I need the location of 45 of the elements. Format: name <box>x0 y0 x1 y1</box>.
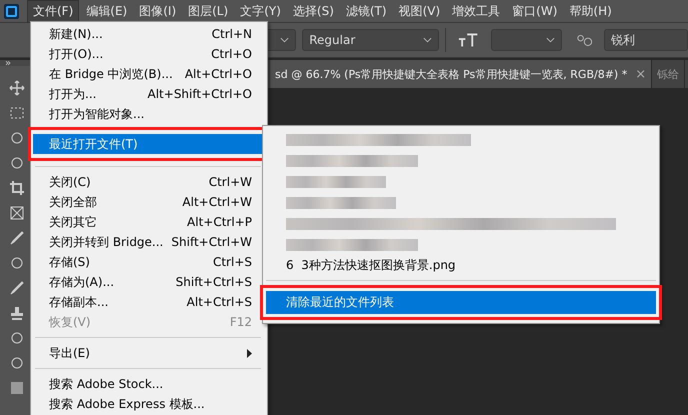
collapse-panels-button[interactable]: » <box>5 58 12 69</box>
menu-item[interactable]: 存储为(A)... Shift+Ctrl+S <box>33 272 265 292</box>
menu-item[interactable]: 打开为智能对象... <box>33 104 265 124</box>
frame-tool-icon[interactable] <box>9 205 25 221</box>
menu-bar-item[interactable]: 文件(F) <box>27 0 80 22</box>
chevron-down-icon <box>546 37 555 43</box>
menu-bar-item[interactable]: 图像(I) <box>134 0 182 22</box>
menu-item[interactable]: 导出(E) <box>33 343 265 363</box>
menu-item[interactable]: 关闭并转到 Bridge... Shift+Ctrl+W <box>33 232 265 252</box>
menu-item[interactable]: 打开为... Alt+Shift+Ctrl+O <box>33 84 265 104</box>
menu-item[interactable]: 在 Bridge 中浏览(B)... Alt+Ctrl+O <box>33 64 265 84</box>
menu-bar-item[interactable]: 选择(S) <box>288 0 339 22</box>
crop-tool-icon[interactable] <box>9 180 25 196</box>
menu-item[interactable]: 搜索 Adobe Stock... <box>33 374 265 394</box>
menu-bar-item[interactable]: 文字(Y) <box>235 0 286 22</box>
move-tool-icon[interactable] <box>9 80 25 96</box>
app-logo-icon[interactable] <box>4 4 19 18</box>
menu-bar-item[interactable]: 图层(L) <box>183 0 234 22</box>
menu-item[interactable]: 打开(O)... Ctrl+O <box>33 44 265 64</box>
menu-item[interactable]: 存储(S) Ctrl+S <box>33 252 265 272</box>
menu-item[interactable]: 新建(N)... Ctrl+N <box>33 24 265 44</box>
brush-tool-icon[interactable] <box>9 280 25 296</box>
chevron-down-icon <box>280 37 290 43</box>
submenu-arrow-icon <box>247 348 252 358</box>
menu-item[interactable]: 关闭其它 Alt+Ctrl+P <box>33 212 265 232</box>
document-tab[interactable]: sd @ 66.7% (Ps常用快捷键大全表格 Ps常用快捷键一览表, RGB/8#) * × <box>270 60 652 88</box>
menu-item[interactable]: 关闭全部 Alt+Ctrl+W <box>33 192 265 212</box>
recent-file-item[interactable]: 6 3种方法快速抠图换背景.png <box>266 255 656 276</box>
menu-bar-item[interactable]: 视图(V) <box>394 0 446 22</box>
anti-alias-icon <box>576 33 592 47</box>
menu-bar-item[interactable]: 帮助(H) <box>564 0 617 22</box>
menu-item[interactable]: 搜索 Adobe Express 模板... <box>33 394 265 414</box>
marquee-tool-icon[interactable] <box>9 105 25 121</box>
menu-bar-item[interactable]: 滤镜(T) <box>340 0 392 22</box>
anti-alias-dropdown[interactable]: 锐利 <box>604 29 688 51</box>
font-size-icon <box>458 33 479 47</box>
chevron-down-icon <box>423 37 432 43</box>
clear-recent-files-item[interactable]: 清除最近的文件列表 <box>266 291 656 314</box>
font-style-dropdown[interactable]: Regular <box>302 29 440 51</box>
menu-bar-item[interactable]: 增效工具 <box>447 0 506 22</box>
menu-bar-item[interactable]: 编辑(E) <box>81 0 132 22</box>
menu-bar-item[interactable]: 窗口(W) <box>507 0 562 22</box>
menu-item[interactable]: 关闭(C) Ctrl+W <box>33 172 265 192</box>
stamp-tool-icon[interactable] <box>9 305 25 321</box>
gradient-tool-icon[interactable] <box>9 380 25 396</box>
